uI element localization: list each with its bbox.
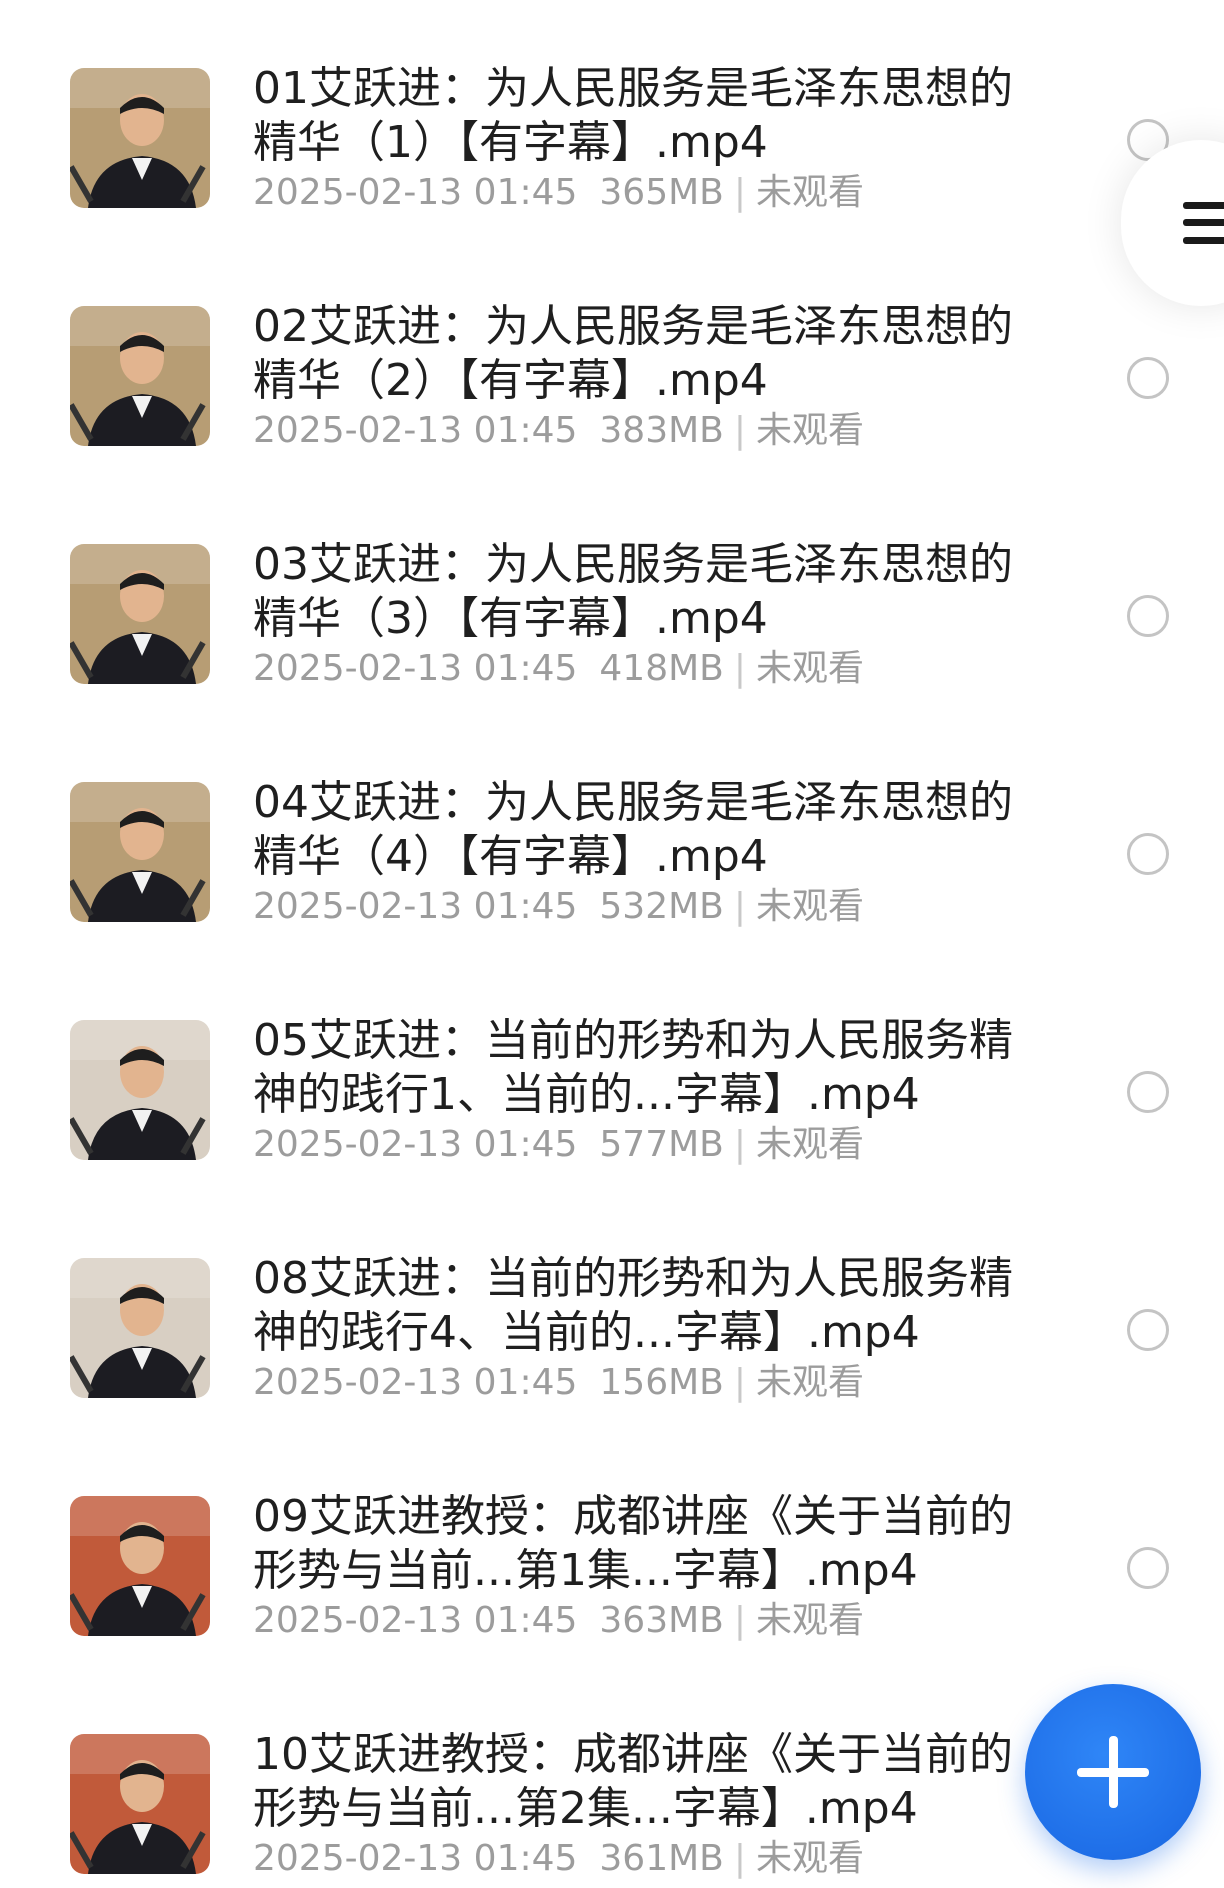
video-thumbnail xyxy=(70,1020,210,1160)
video-thumbnail xyxy=(70,544,210,684)
file-size: 577MB xyxy=(599,1124,724,1165)
file-date: 2025-02-13 01:45 xyxy=(253,1838,578,1879)
file-size: 418MB xyxy=(599,648,724,689)
file-size: 363MB xyxy=(599,1600,724,1641)
file-title: 10艾跃进教授：成都讲座《关于当前的形势与当前...第2集...字幕】.mp4 xyxy=(253,1729,1013,1834)
select-radio-icon[interactable] xyxy=(1127,1071,1169,1113)
select-radio-icon[interactable] xyxy=(1127,833,1169,875)
file-title: 09艾跃进教授：成都讲座《关于当前的形势与当前...第1集...字幕】.mp4 xyxy=(253,1491,1013,1596)
file-title: 05艾跃进：当前的形势和为人民服务精神的践行1、当前的...字幕】.mp4 xyxy=(253,1015,1013,1120)
watch-status: 未观看 xyxy=(756,648,865,689)
file-date: 2025-02-13 01:45 xyxy=(253,1600,578,1641)
file-meta: 2025-02-13 01:45 418MB | 未观看 xyxy=(253,646,864,692)
video-thumbnail xyxy=(70,1258,210,1398)
add-button[interactable] xyxy=(1025,1684,1201,1860)
file-date: 2025-02-13 01:45 xyxy=(253,172,578,213)
video-thumbnail xyxy=(70,782,210,922)
file-size: 365MB xyxy=(599,172,724,213)
file-list-item[interactable]: 04艾跃进：为人民服务是毛泽东思想的精华（4）【有字幕】.mp4 2025-02-… xyxy=(0,776,1224,1014)
watch-status: 未观看 xyxy=(756,1838,865,1879)
file-size: 156MB xyxy=(599,1362,724,1403)
menu-icon xyxy=(1183,202,1224,244)
video-thumbnail xyxy=(70,1734,210,1874)
watch-status: 未观看 xyxy=(756,1362,865,1403)
file-date: 2025-02-13 01:45 xyxy=(253,410,578,451)
watch-status: 未观看 xyxy=(756,172,865,213)
file-meta: 2025-02-13 01:45 532MB | 未观看 xyxy=(253,884,864,930)
file-title: 01艾跃进：为人民服务是毛泽东思想的精华（1）【有字幕】.mp4 xyxy=(253,63,1013,168)
meta-divider: | xyxy=(733,1600,747,1641)
file-meta: 2025-02-13 01:45 577MB | 未观看 xyxy=(253,1122,864,1168)
select-radio-icon[interactable] xyxy=(1127,1547,1169,1589)
file-list-item[interactable]: 01艾跃进：为人民服务是毛泽东思想的精华（1）【有字幕】.mp4 2025-02-… xyxy=(0,62,1224,300)
select-radio-icon[interactable] xyxy=(1127,357,1169,399)
file-title: 04艾跃进：为人民服务是毛泽东思想的精华（4）【有字幕】.mp4 xyxy=(253,777,1013,882)
file-size: 361MB xyxy=(599,1838,724,1879)
file-size: 383MB xyxy=(599,410,724,451)
watch-status: 未观看 xyxy=(756,1600,865,1641)
meta-divider: | xyxy=(733,1124,747,1165)
select-radio-icon[interactable] xyxy=(1127,595,1169,637)
meta-divider: | xyxy=(733,1838,747,1879)
file-list-item[interactable]: 02艾跃进：为人民服务是毛泽东思想的精华（2）【有字幕】.mp4 2025-02-… xyxy=(0,300,1224,538)
file-meta: 2025-02-13 01:45 363MB | 未观看 xyxy=(253,1598,864,1644)
watch-status: 未观看 xyxy=(756,1124,865,1165)
file-date: 2025-02-13 01:45 xyxy=(253,1124,578,1165)
file-size: 532MB xyxy=(599,886,724,927)
file-title: 02艾跃进：为人民服务是毛泽东思想的精华（2）【有字幕】.mp4 xyxy=(253,301,1013,406)
file-title: 08艾跃进：当前的形势和为人民服务精神的践行4、当前的...字幕】.mp4 xyxy=(253,1253,1013,1358)
video-thumbnail xyxy=(70,1496,210,1636)
video-thumbnail xyxy=(70,68,210,208)
file-date: 2025-02-13 01:45 xyxy=(253,1362,578,1403)
watch-status: 未观看 xyxy=(756,410,865,451)
video-thumbnail xyxy=(70,306,210,446)
file-date: 2025-02-13 01:45 xyxy=(253,886,578,927)
file-meta: 2025-02-13 01:45 156MB | 未观看 xyxy=(253,1360,864,1406)
file-list-screen: 01艾跃进：为人民服务是毛泽东思想的精华（1）【有字幕】.mp4 2025-02-… xyxy=(0,0,1224,1888)
meta-divider: | xyxy=(733,886,747,927)
meta-divider: | xyxy=(733,648,747,689)
file-list-item[interactable]: 09艾跃进教授：成都讲座《关于当前的形势与当前...第1集...字幕】.mp4 2… xyxy=(0,1490,1224,1728)
file-list-item[interactable]: 08艾跃进：当前的形势和为人民服务精神的践行4、当前的...字幕】.mp4 202… xyxy=(0,1252,1224,1490)
file-meta: 2025-02-13 01:45 361MB | 未观看 xyxy=(253,1836,864,1882)
file-meta: 2025-02-13 01:45 383MB | 未观看 xyxy=(253,408,864,454)
file-list-item[interactable]: 05艾跃进：当前的形势和为人民服务精神的践行1、当前的...字幕】.mp4 202… xyxy=(0,1014,1224,1252)
file-date: 2025-02-13 01:45 xyxy=(253,648,578,689)
meta-divider: | xyxy=(733,410,747,451)
watch-status: 未观看 xyxy=(756,886,865,927)
file-title: 03艾跃进：为人民服务是毛泽东思想的精华（3）【有字幕】.mp4 xyxy=(253,539,1013,644)
select-radio-icon[interactable] xyxy=(1127,1309,1169,1351)
meta-divider: | xyxy=(733,1362,747,1403)
file-list: 01艾跃进：为人民服务是毛泽东思想的精华（1）【有字幕】.mp4 2025-02-… xyxy=(0,62,1224,1888)
plus-icon xyxy=(1077,1736,1149,1808)
meta-divider: | xyxy=(733,172,747,213)
file-meta: 2025-02-13 01:45 365MB | 未观看 xyxy=(253,170,864,216)
file-list-item[interactable]: 03艾跃进：为人民服务是毛泽东思想的精华（3）【有字幕】.mp4 2025-02-… xyxy=(0,538,1224,776)
